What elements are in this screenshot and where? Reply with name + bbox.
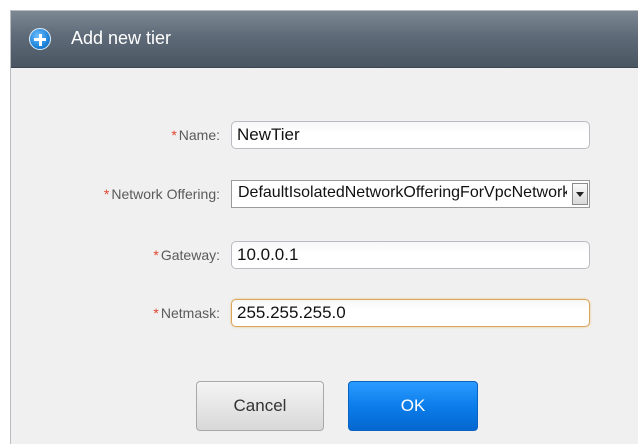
gateway-input[interactable] xyxy=(231,241,590,269)
dialog-titlebar: Add new tier xyxy=(11,11,638,68)
cancel-button[interactable]: Cancel xyxy=(196,381,324,431)
name-input[interactable] xyxy=(231,121,590,149)
add-tier-dialog: Add new tier *Name: *Network Offering: D… xyxy=(10,10,638,444)
required-marker: * xyxy=(153,305,159,321)
netmask-label: * Netmask: xyxy=(153,305,220,321)
network-offering-row: * Network Offering: DefaultIsolatedNetwor… xyxy=(11,180,638,210)
netmask-input[interactable] xyxy=(231,299,590,327)
required-marker: * xyxy=(171,127,177,143)
network-offering-label: * Network Offering: xyxy=(103,186,220,202)
plus-circle-icon xyxy=(29,28,51,50)
dialog-title: Add new tier xyxy=(71,28,172,48)
gateway-row: * Gateway: xyxy=(11,241,638,271)
network-offering-value: DefaultIsolatedNetworkOfferingForVpcNetw… xyxy=(238,184,567,201)
network-offering-select[interactable]: DefaultIsolatedNetworkOfferingForVpcNetw… xyxy=(231,180,590,208)
required-marker: * xyxy=(103,186,110,202)
required-marker: * xyxy=(153,247,159,263)
name-label: * Name: xyxy=(171,127,220,143)
gateway-label: * Gateway: xyxy=(153,247,220,263)
netmask-row: * Netmask: xyxy=(11,299,638,329)
name-row: * Name: xyxy=(11,121,638,151)
ok-button[interactable]: OK xyxy=(348,381,478,431)
chevron-down-icon[interactable] xyxy=(572,183,588,205)
